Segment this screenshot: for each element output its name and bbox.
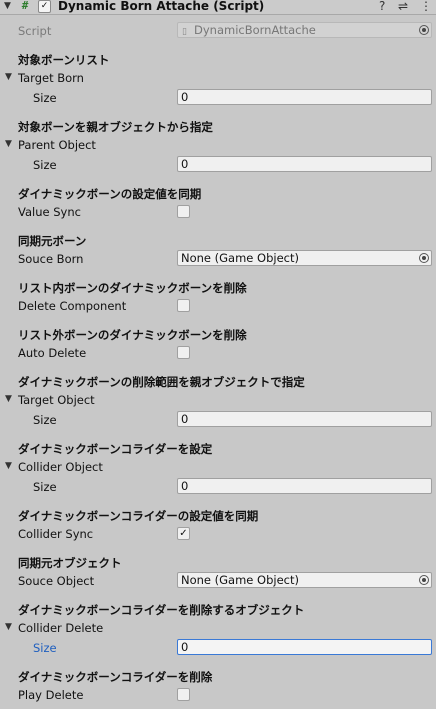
collider-object-size-row: Size 0 bbox=[0, 477, 436, 497]
value-sync-checkbox[interactable] bbox=[177, 205, 190, 218]
auto-delete-checkbox[interactable] bbox=[177, 346, 190, 359]
section-header: ダイナミックボーンの削除範囲を親オブジェクトで指定 bbox=[18, 375, 305, 389]
section-header: リスト外ボーンのダイナミックボーンを削除 bbox=[18, 328, 247, 342]
collider-sync-checkbox[interactable]: ✓ bbox=[177, 527, 190, 540]
size-label: Size bbox=[33, 91, 57, 105]
auto-delete-row: Auto Delete bbox=[0, 343, 436, 363]
souce-born-label: Souce Born bbox=[18, 252, 84, 266]
fold-triangle-icon[interactable]: ▼ bbox=[5, 622, 12, 632]
foldout-label: Target Object bbox=[18, 393, 95, 407]
object-picker-icon[interactable] bbox=[419, 575, 429, 585]
size-input[interactable]: 0 bbox=[177, 411, 432, 427]
object-picker-icon[interactable] bbox=[419, 253, 429, 263]
preset-icon[interactable]: ⇌ bbox=[398, 0, 408, 13]
size-label: Size bbox=[33, 158, 57, 172]
value-sync-row: Value Sync bbox=[0, 202, 436, 222]
parent-object-foldout[interactable]: ▼ Parent Object bbox=[0, 135, 436, 155]
size-input[interactable]: 0 bbox=[177, 478, 432, 494]
object-field-value: None (Game Object) bbox=[181, 251, 299, 265]
section-header: ダイナミックボーンコライダーを削除 bbox=[18, 670, 213, 684]
component-header: ▼ # ✓ Dynamic Born Attache (Script) ? ⇌ … bbox=[0, 0, 436, 15]
script-value: DynamicBornAttache bbox=[194, 23, 316, 37]
section-header: ダイナミックボーンコライダーを設定 bbox=[18, 442, 213, 456]
play-delete-label: Play Delete bbox=[18, 688, 84, 702]
delete-component-label: Delete Component bbox=[18, 299, 127, 313]
souce-object-label: Souce Object bbox=[18, 574, 95, 588]
script-file-icon: ▯ bbox=[182, 27, 187, 37]
target-object-size-row: Size 0 bbox=[0, 410, 436, 430]
fold-triangle-icon[interactable]: ▼ bbox=[5, 461, 12, 471]
section-header: 同期元ボーン bbox=[18, 234, 87, 248]
script-field[interactable]: ▯ DynamicBornAttache bbox=[177, 22, 432, 38]
target-object-foldout[interactable]: ▼ Target Object bbox=[0, 390, 436, 410]
more-icon[interactable]: ⋮ bbox=[420, 0, 432, 13]
souce-object-field[interactable]: None (Game Object) bbox=[177, 572, 432, 588]
collider-sync-label: Collider Sync bbox=[18, 527, 94, 541]
collider-delete-foldout[interactable]: ▼ Collider Delete bbox=[0, 618, 436, 638]
size-input[interactable]: 0 bbox=[177, 89, 432, 105]
auto-delete-label: Auto Delete bbox=[18, 346, 87, 360]
souce-object-row: Souce Object None (Game Object) bbox=[0, 571, 436, 591]
delete-component-checkbox[interactable] bbox=[177, 299, 190, 312]
size-input[interactable]: 0 bbox=[177, 639, 432, 655]
fold-triangle-icon[interactable]: ▼ bbox=[4, 1, 11, 11]
section-header: 対象ボーンを親オブジェクトから指定 bbox=[18, 120, 213, 134]
foldout-label: Collider Object bbox=[18, 460, 103, 474]
component-enabled-checkbox[interactable]: ✓ bbox=[38, 0, 51, 13]
collider-object-foldout[interactable]: ▼ Collider Object bbox=[0, 457, 436, 477]
delete-component-row: Delete Component bbox=[0, 296, 436, 316]
play-delete-checkbox[interactable] bbox=[177, 688, 190, 701]
souce-born-object-field[interactable]: None (Game Object) bbox=[177, 250, 432, 266]
section-header: ダイナミックボーンの設定値を同期 bbox=[18, 187, 202, 201]
help-icon[interactable]: ? bbox=[379, 0, 385, 13]
foldout-label: Collider Delete bbox=[18, 621, 104, 635]
script-label: Script bbox=[18, 24, 52, 38]
section-header: ダイナミックボーンコライダーを削除するオブジェクト bbox=[18, 603, 305, 617]
size-label: Size bbox=[33, 413, 57, 427]
script-hash-icon: # bbox=[21, 0, 29, 12]
section-header: 同期元オブジェクト bbox=[18, 556, 122, 570]
play-delete-row: Play Delete bbox=[0, 685, 436, 705]
fold-triangle-icon[interactable]: ▼ bbox=[5, 72, 12, 82]
section-header: ダイナミックボーンコライダーの設定値を同期 bbox=[18, 509, 259, 523]
collider-delete-size-row: Size 0 bbox=[0, 638, 436, 658]
fold-triangle-icon[interactable]: ▼ bbox=[5, 139, 12, 149]
parent-object-size-row: Size 0 bbox=[0, 155, 436, 175]
target-born-foldout[interactable]: ▼ Target Born bbox=[0, 68, 436, 88]
souce-born-row: Souce Born None (Game Object) bbox=[0, 249, 436, 269]
script-row: Script ▯ DynamicBornAttache bbox=[0, 21, 436, 41]
size-label: Size bbox=[33, 641, 57, 655]
foldout-label: Parent Object bbox=[18, 138, 96, 152]
object-field-value: None (Game Object) bbox=[181, 573, 299, 587]
section-header: 対象ボーンリスト bbox=[18, 53, 110, 67]
section-header: リスト内ボーンのダイナミックボーンを削除 bbox=[18, 281, 247, 295]
target-born-size-row: Size 0 bbox=[0, 88, 436, 108]
size-input[interactable]: 0 bbox=[177, 156, 432, 172]
component-title: Dynamic Born Attache (Script) bbox=[58, 0, 265, 13]
fold-triangle-icon[interactable]: ▼ bbox=[5, 394, 12, 404]
value-sync-label: Value Sync bbox=[18, 205, 81, 219]
size-label: Size bbox=[33, 480, 57, 494]
foldout-label: Target Born bbox=[18, 71, 84, 85]
object-picker-icon[interactable] bbox=[419, 25, 429, 35]
collider-sync-row: Collider Sync ✓ bbox=[0, 524, 436, 544]
